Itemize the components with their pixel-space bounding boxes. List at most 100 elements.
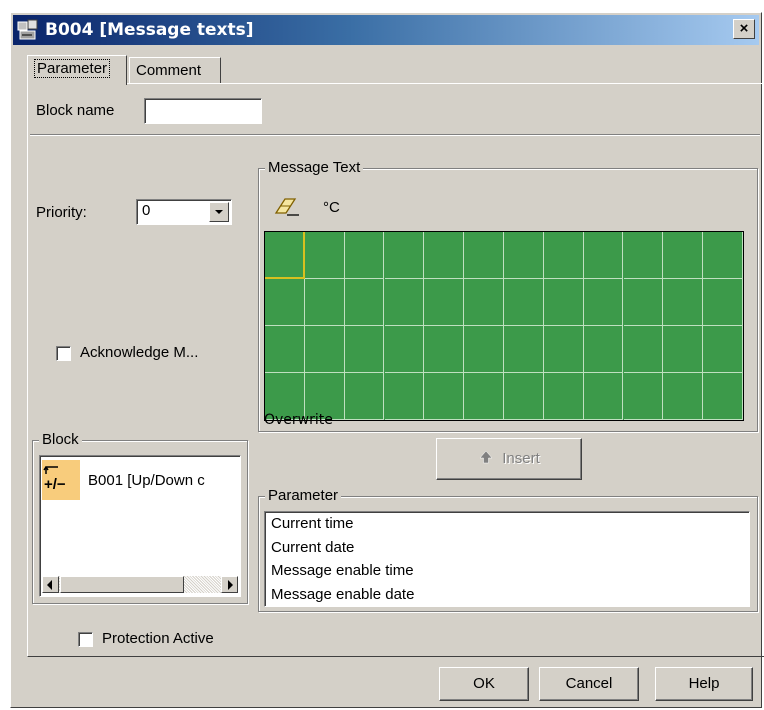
up-down-counter-icon: +/− xyxy=(42,460,80,500)
parameter-group: Parameter Current time Current date Mess… xyxy=(258,487,758,612)
display-cell[interactable] xyxy=(384,232,425,279)
acknowledge-label: Acknowledge M... xyxy=(80,344,199,361)
eraser-icon[interactable] xyxy=(273,195,303,219)
list-item[interactable]: Current date xyxy=(265,536,749,560)
close-icon: × xyxy=(739,20,749,37)
display-cell[interactable] xyxy=(424,279,465,326)
display-cell[interactable] xyxy=(703,373,743,420)
priority-select[interactable]: 0 xyxy=(136,199,232,225)
block-group: Block +/− B001 [Up/Down c xyxy=(32,431,248,604)
tab-parameter-label: Parameter xyxy=(34,59,111,78)
display-cell[interactable] xyxy=(464,326,504,373)
display-cell[interactable] xyxy=(384,326,425,373)
protection-checkbox[interactable] xyxy=(78,632,93,647)
tab-comment-label: Comment xyxy=(136,62,202,79)
list-item[interactable]: Current time xyxy=(265,512,749,536)
priority-value: 0 xyxy=(142,202,151,219)
cancel-label: Cancel xyxy=(565,675,613,692)
acknowledge-checkbox[interactable] xyxy=(56,346,71,361)
counter-icon-text: +/− xyxy=(44,476,66,493)
scroll-thumb[interactable] xyxy=(60,576,184,593)
display-cell[interactable] xyxy=(265,326,305,373)
block-item-label: B001 [Up/Down c xyxy=(88,472,205,489)
tab-parameter[interactable]: Parameter xyxy=(27,55,127,85)
priority-label: Priority: xyxy=(36,204,87,221)
display-cell[interactable] xyxy=(344,232,385,279)
message-texts-dialog: B004 [Message texts] × Parameter Comment… xyxy=(10,12,764,708)
display-cell[interactable] xyxy=(384,279,425,326)
cancel-button[interactable]: Cancel xyxy=(539,667,639,701)
display-cell[interactable] xyxy=(504,326,544,373)
protection-label: Protection Active xyxy=(102,630,214,647)
display-cell[interactable] xyxy=(703,326,743,373)
display-cell[interactable] xyxy=(703,232,743,279)
display-cell[interactable] xyxy=(504,232,544,279)
display-cell[interactable] xyxy=(424,232,465,279)
display-cell[interactable] xyxy=(663,373,704,420)
display-cell[interactable] xyxy=(543,373,584,420)
display-cell[interactable] xyxy=(663,279,704,326)
chevron-down-icon[interactable] xyxy=(209,202,229,222)
overwrite-mode-label: Overwrite xyxy=(264,412,333,428)
display-cell[interactable] xyxy=(464,232,504,279)
display-cell[interactable] xyxy=(344,279,385,326)
display-cell[interactable] xyxy=(304,232,345,279)
scroll-left-icon[interactable] xyxy=(42,576,59,593)
display-cell[interactable] xyxy=(504,279,544,326)
display-cell[interactable] xyxy=(543,279,584,326)
separator xyxy=(30,134,760,136)
display-cell[interactable] xyxy=(583,232,624,279)
display-cell[interactable] xyxy=(583,373,624,420)
display-cell[interactable] xyxy=(304,326,345,373)
display-cell[interactable] xyxy=(623,232,664,279)
insert-label: Insert xyxy=(502,450,540,467)
message-text-title: Message Text xyxy=(265,159,364,176)
display-cell[interactable] xyxy=(344,326,385,373)
display-cell[interactable] xyxy=(623,373,664,420)
display-cell[interactable] xyxy=(583,326,624,373)
block-list[interactable]: +/− B001 [Up/Down c xyxy=(39,455,241,597)
message-display[interactable] xyxy=(264,231,744,421)
list-item[interactable]: Message enable time xyxy=(265,559,749,583)
message-text-group: Message Text °C xyxy=(258,159,758,432)
ok-button[interactable]: OK xyxy=(439,667,529,701)
display-cell[interactable] xyxy=(543,326,584,373)
display-cell[interactable] xyxy=(703,279,743,326)
arrow-up-icon xyxy=(479,450,493,464)
block-group-title: Block xyxy=(39,431,82,448)
block-app-icon xyxy=(17,19,38,40)
display-cell[interactable] xyxy=(583,279,624,326)
list-item[interactable]: Message enable date xyxy=(265,583,749,607)
display-cell[interactable] xyxy=(464,279,504,326)
parameter-list[interactable]: Current time Current date Message enable… xyxy=(264,511,750,607)
display-cell[interactable] xyxy=(424,326,465,373)
degree-celsius-button[interactable]: °C xyxy=(323,199,340,216)
display-cell[interactable] xyxy=(543,232,584,279)
display-cell[interactable] xyxy=(464,373,504,420)
horizontal-scrollbar[interactable] xyxy=(42,576,238,593)
close-button[interactable]: × xyxy=(733,19,755,39)
display-cell[interactable] xyxy=(424,373,465,420)
display-cell[interactable] xyxy=(663,326,704,373)
ok-label: OK xyxy=(473,675,495,692)
display-cursor-cell[interactable] xyxy=(265,232,305,279)
scroll-right-icon[interactable] xyxy=(221,576,238,593)
display-cell[interactable] xyxy=(344,373,385,420)
display-cell[interactable] xyxy=(663,232,704,279)
block-name-label: Block name xyxy=(36,102,115,119)
display-cell[interactable] xyxy=(265,279,305,326)
help-label: Help xyxy=(688,675,720,692)
display-cell[interactable] xyxy=(304,279,345,326)
title-bar[interactable]: B004 [Message texts] × xyxy=(13,15,759,45)
tab-comment[interactable]: Comment xyxy=(129,57,221,83)
display-cell[interactable] xyxy=(623,326,664,373)
window-title: B004 [Message texts] xyxy=(45,20,254,40)
parameter-panel: Block name Priority: 0 Acknowledge M... … xyxy=(27,83,764,657)
display-cell[interactable] xyxy=(504,373,544,420)
list-item[interactable]: +/− B001 [Up/Down c xyxy=(42,460,240,502)
block-name-input[interactable] xyxy=(144,98,262,124)
help-button[interactable]: Help xyxy=(655,667,753,701)
insert-button[interactable]: Insert xyxy=(436,438,582,480)
display-cell[interactable] xyxy=(384,373,425,420)
display-cell[interactable] xyxy=(623,279,664,326)
